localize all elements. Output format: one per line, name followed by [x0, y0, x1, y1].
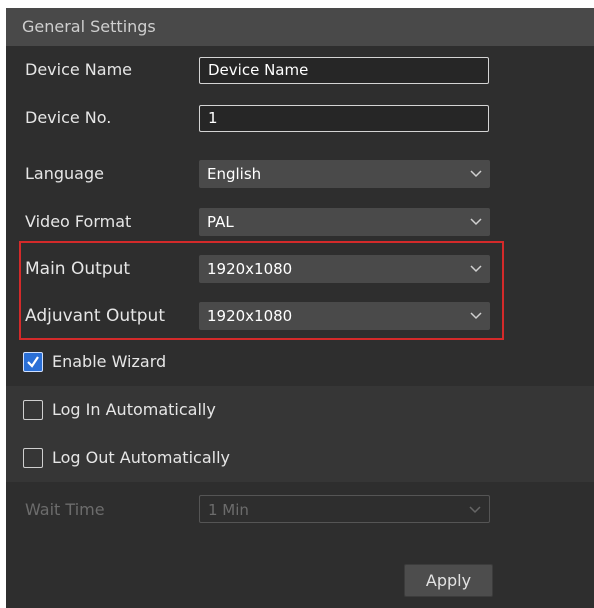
- enable-wizard-checkbox[interactable]: [23, 352, 43, 372]
- device-no-input[interactable]: 1: [199, 105, 489, 132]
- wait-time-select: 1 Min: [199, 495, 490, 523]
- device-name-input[interactable]: Device Name: [199, 57, 489, 84]
- device-name-label: Device Name: [25, 60, 133, 79]
- wait-time-label: Wait Time: [25, 500, 105, 519]
- language-label: Language: [25, 164, 104, 183]
- log-in-auto-row[interactable]: Log In Automatically: [6, 386, 594, 434]
- output-highlight-box: [19, 241, 504, 340]
- panel-header: General Settings: [6, 8, 594, 46]
- log-out-auto-checkbox[interactable]: [23, 448, 43, 468]
- enable-wizard-label: Enable Wizard: [52, 352, 167, 371]
- device-name-row: Device Name Device Name: [6, 46, 594, 94]
- video-format-select[interactable]: PAL: [199, 208, 490, 236]
- enable-wizard-row[interactable]: Enable Wizard: [6, 338, 594, 386]
- checkmark-icon: [27, 356, 39, 368]
- chevron-down-icon: [469, 506, 481, 514]
- apply-button[interactable]: Apply: [404, 564, 493, 597]
- general-settings-panel: General Settings Device Name Device Name…: [6, 8, 594, 608]
- log-in-auto-checkbox[interactable]: [23, 400, 43, 420]
- video-format-label: Video Format: [25, 212, 132, 231]
- video-format-row: Video Format PAL: [6, 198, 594, 246]
- wait-time-row: Wait Time 1 Min: [6, 486, 594, 534]
- language-row: Language English: [6, 150, 594, 198]
- language-select[interactable]: English: [199, 160, 490, 188]
- device-no-row: Device No. 1: [6, 94, 594, 142]
- chevron-down-icon: [470, 170, 482, 178]
- language-select-value: English: [207, 165, 262, 183]
- log-in-auto-label: Log In Automatically: [52, 400, 216, 419]
- device-no-label: Device No.: [25, 108, 112, 127]
- log-out-auto-label: Log Out Automatically: [52, 448, 230, 467]
- log-out-auto-row[interactable]: Log Out Automatically: [6, 434, 594, 482]
- wait-time-select-value: 1 Min: [208, 501, 249, 519]
- chevron-down-icon: [470, 218, 482, 226]
- video-format-select-value: PAL: [207, 213, 234, 231]
